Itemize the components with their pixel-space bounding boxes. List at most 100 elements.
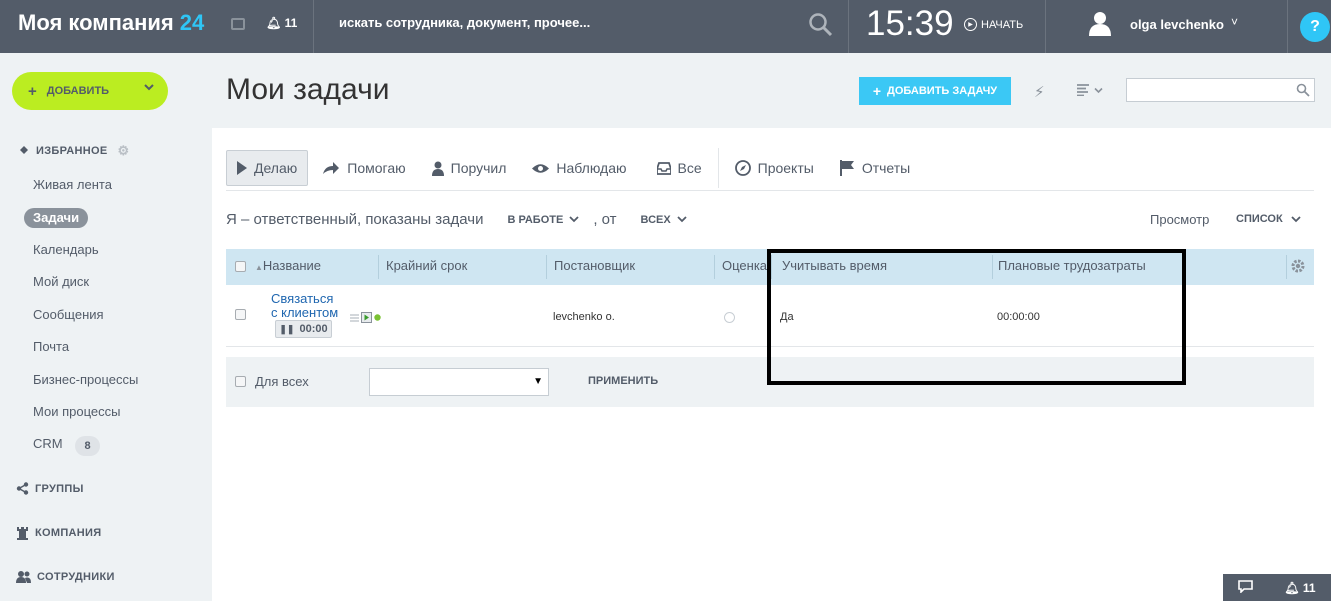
inbox-icon <box>656 161 671 175</box>
user-name[interactable]: olga levchenko <box>1130 17 1224 32</box>
header-divider <box>313 0 314 53</box>
favorites-section[interactable]: ИЗБРАННОЕ ⚙ <box>16 143 129 159</box>
sidebar-item-my-processes[interactable]: Мои процессы <box>33 404 120 419</box>
sidebar-item-messages[interactable]: Сообщения <box>33 307 104 322</box>
column-header-estimate[interactable]: Оценка <box>714 249 767 285</box>
tab-watching[interactable]: Наблюдаю <box>522 150 636 186</box>
tab-label: Помогаю <box>347 160 406 176</box>
bell-icon: 🔔︎ <box>266 16 282 30</box>
add-label: ДОБАВИТЬ <box>46 85 110 97</box>
gear-icon[interactable]: ⚙ <box>118 143 130 159</box>
tab-all[interactable]: Все <box>647 150 712 186</box>
share-icon <box>16 482 29 495</box>
sidebar-item-crm[interactable]: CRM <box>33 436 63 451</box>
person-icon <box>431 161 444 176</box>
eye-icon <box>532 163 550 173</box>
columns-settings-gear-icon[interactable] <box>1290 258 1306 279</box>
arrow-icon <box>323 162 340 174</box>
bottom-messenger-bar[interactable]: 🔔︎ 11 <box>1223 574 1331 601</box>
help-button[interactable]: ? <box>1300 12 1330 42</box>
tab-reports[interactable]: Отчеты <box>830 150 920 186</box>
tab-label: Поручил <box>450 160 507 176</box>
task-title-link[interactable]: Связаться с клиентом <box>271 292 341 320</box>
view-label: Просмотр <box>1150 212 1210 227</box>
sidebar-item-calendar[interactable]: Календарь <box>33 242 99 257</box>
status-filter-dropdown[interactable]: В РАБОТЕ <box>507 214 579 226</box>
pin-icon <box>18 146 28 156</box>
bottom-notification-count: 11 <box>1302 580 1316 595</box>
list-options-button[interactable] <box>1077 84 1103 96</box>
header-divider <box>848 0 849 53</box>
pause-icon: ❚❚ <box>279 323 295 334</box>
column-divider <box>1286 255 1287 279</box>
tab-doing[interactable]: Делаю <box>226 150 309 186</box>
select-all-checkbox[interactable] <box>235 261 246 272</box>
menu-icon[interactable] <box>350 313 359 322</box>
chevron-down-icon <box>1291 216 1301 223</box>
favorites-label: ИЗБРАННОЕ <box>36 145 108 157</box>
header-divider <box>1045 0 1046 53</box>
column-header-title[interactable]: ▲Название <box>247 249 321 285</box>
clock-time: 15:39 <box>866 4 954 43</box>
user-menu-chevron-icon[interactable]: ˅ <box>1231 15 1238 29</box>
estimate-radio[interactable] <box>724 312 735 323</box>
start-workday-button[interactable]: ▶ НАЧАТЬ <box>964 18 1023 31</box>
plus-icon: + <box>28 82 37 100</box>
tab-label: Делаю <box>254 160 298 176</box>
add-task-button[interactable]: + ДОБАВИТЬ ЗАДАЧУ <box>859 77 1011 105</box>
header-divider <box>1287 0 1288 53</box>
sidebar-item-my-drive[interactable]: Мой диск <box>33 274 89 289</box>
list-icon <box>1077 84 1089 96</box>
sidebar-item-tasks[interactable]: Задачи <box>24 208 89 228</box>
global-search-input[interactable]: искать сотрудника, документ, прочее... <box>339 15 590 30</box>
task-search-input[interactable] <box>1126 78 1315 102</box>
tab-label: Отчеты <box>861 160 911 176</box>
tab-projects[interactable]: Проекты <box>725 150 824 186</box>
row-checkbox[interactable] <box>235 309 246 320</box>
column-header-creator[interactable]: Постановщик <box>546 249 635 285</box>
sidebar-item-business-processes[interactable]: Бизнес-процессы <box>33 372 138 387</box>
filter-summary: Я – ответственный, показаны задачи В РАБ… <box>226 211 687 228</box>
play-icon <box>237 161 247 175</box>
search-icon[interactable] <box>808 12 834 43</box>
chevron-down-icon <box>569 216 579 223</box>
highlight-box <box>767 249 1186 385</box>
chevron-down-icon <box>1094 87 1103 93</box>
tab-assigned[interactable]: Поручил <box>422 150 517 186</box>
groups-section[interactable]: ГРУППЫ <box>16 482 84 495</box>
flag-icon <box>839 160 854 176</box>
notification-count: 11 <box>284 16 298 30</box>
for-all-checkbox[interactable] <box>235 376 246 387</box>
logo-text: Моя компания <box>18 10 174 35</box>
employees-section[interactable]: СОТРУДНИКИ <box>16 570 115 583</box>
filter-from: , от <box>593 211 617 228</box>
chevron-down-icon <box>144 82 154 94</box>
creator-cell[interactable]: levchenko o. <box>553 311 615 323</box>
tab-helping[interactable]: Помогаю <box>312 150 415 186</box>
play-icon[interactable] <box>361 312 372 323</box>
chat-icon[interactable] <box>1238 579 1254 596</box>
groups-label: ГРУППЫ <box>35 482 84 495</box>
filter-prefix: Я – ответственный, показаны задачи <box>226 211 484 228</box>
who-filter-dropdown[interactable]: ВСЕХ <box>641 214 687 226</box>
people-icon <box>16 571 31 583</box>
group-action-select[interactable]: ▼ <box>369 368 549 396</box>
column-header-deadline[interactable]: Крайний срок <box>378 249 467 285</box>
chat-icon[interactable] <box>231 18 245 30</box>
bottom-notifications[interactable]: 🔔︎ 11 <box>1284 581 1315 595</box>
plus-icon: + <box>872 83 882 99</box>
notifications-button[interactable]: 🔔︎ 11 <box>266 16 297 30</box>
add-button[interactable]: + ДОБАВИТЬ <box>12 72 168 110</box>
view-mode-dropdown[interactable]: СПИСОК <box>1236 213 1301 225</box>
tab-label: Все <box>677 160 702 176</box>
company-logo[interactable]: Моя компания 24 <box>18 10 204 36</box>
lightning-icon[interactable]: ⚡︎ <box>1034 83 1045 101</box>
sidebar-item-live-feed[interactable]: Живая лента <box>33 177 112 192</box>
tower-icon <box>17 527 28 540</box>
user-avatar-icon[interactable] <box>1088 10 1112 41</box>
task-timer-button[interactable]: ❚❚ 00:00 <box>275 320 332 338</box>
company-section[interactable]: КОМПАНИЯ <box>16 526 101 540</box>
top-header: Моя компания 24 🔔︎ 11 искать сотрудника, … <box>0 0 1331 53</box>
apply-button[interactable]: ПРИМЕНИТЬ <box>588 375 658 387</box>
sidebar-item-mail[interactable]: Почта <box>33 339 69 354</box>
